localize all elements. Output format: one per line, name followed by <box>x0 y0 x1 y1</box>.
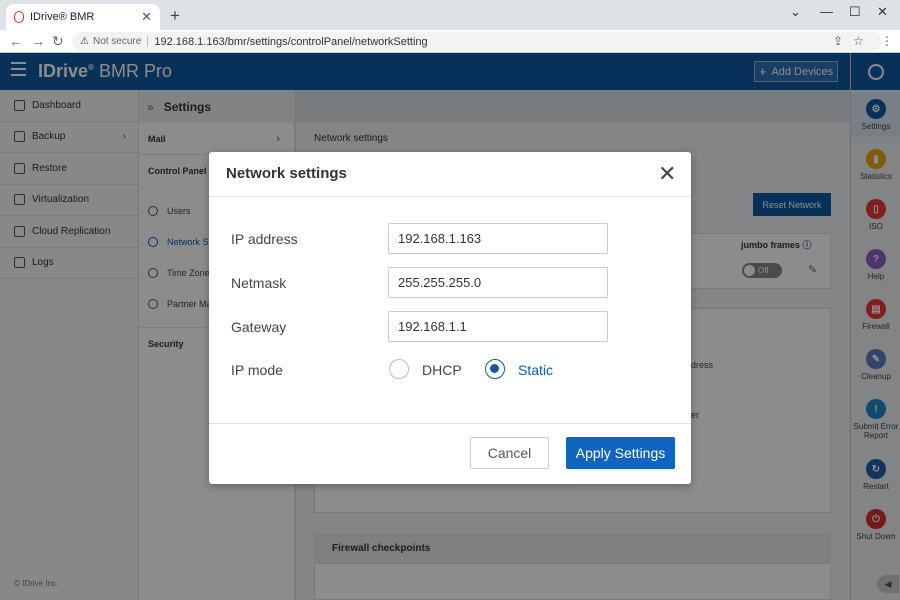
gateway-input[interactable] <box>388 311 608 342</box>
close-icon[interactable]: ✕ <box>658 163 676 185</box>
ip-address-label: IP address <box>231 231 298 247</box>
bookmark-star-icon[interactable]: ☆ <box>853 34 864 48</box>
reload-icon[interactable]: ↻ <box>52 33 64 50</box>
back-icon[interactable]: ← <box>9 33 23 49</box>
dialog-header: Network settings ✕ <box>209 152 691 197</box>
static-radio[interactable] <box>485 359 505 379</box>
browser-tab-bar: IDrive® BMR ✕ + ⌄ — ☐ ✕ <box>0 0 900 30</box>
cancel-button[interactable]: Cancel <box>470 437 549 469</box>
ip-address-input[interactable] <box>388 223 608 254</box>
warning-icon: ⚠ <box>80 36 89 47</box>
dhcp-label[interactable]: DHCP <box>422 362 462 378</box>
gateway-label: Gateway <box>231 319 287 335</box>
address-bar: ← → ↻ ⚠ Not secure 192.168.1.163/bmr/set… <box>0 30 900 53</box>
new-tab-icon[interactable]: + <box>170 6 180 26</box>
maximize-icon[interactable]: ☐ <box>849 4 861 20</box>
dhcp-radio[interactable] <box>389 359 409 379</box>
url-text: 192.168.1.163/bmr/settings/controlPanel/… <box>154 35 428 48</box>
static-label[interactable]: Static <box>518 362 553 378</box>
browser-tab[interactable]: IDrive® BMR ✕ <box>6 4 160 30</box>
netmask-label: Netmask <box>231 275 287 291</box>
ip-mode-label: IP mode <box>231 362 283 378</box>
apply-settings-button[interactable]: Apply Settings <box>566 437 675 469</box>
network-settings-dialog: Network settings ✕ IP address Netmask Ga… <box>209 152 691 484</box>
share-icon[interactable]: ⇪ <box>833 34 843 48</box>
idrive-favicon-icon <box>14 11 24 23</box>
netmask-input[interactable] <box>388 267 608 298</box>
tab-title: IDrive® BMR <box>30 11 95 23</box>
window-close-icon[interactable]: ✕ <box>877 4 888 20</box>
security-status: Not secure <box>93 36 149 47</box>
minimize-icon[interactable]: — <box>820 4 833 19</box>
browser-menu-icon[interactable]: ⋮ <box>881 34 893 48</box>
dialog-footer-divider <box>209 423 691 424</box>
dialog-title: Network settings <box>226 165 347 182</box>
forward-icon[interactable]: → <box>31 33 45 49</box>
tab-list-icon[interactable]: ⌄ <box>790 4 801 20</box>
url-field[interactable]: ⚠ Not secure 192.168.1.163/bmr/settings/… <box>72 32 882 51</box>
tab-close-icon[interactable]: ✕ <box>141 9 152 25</box>
